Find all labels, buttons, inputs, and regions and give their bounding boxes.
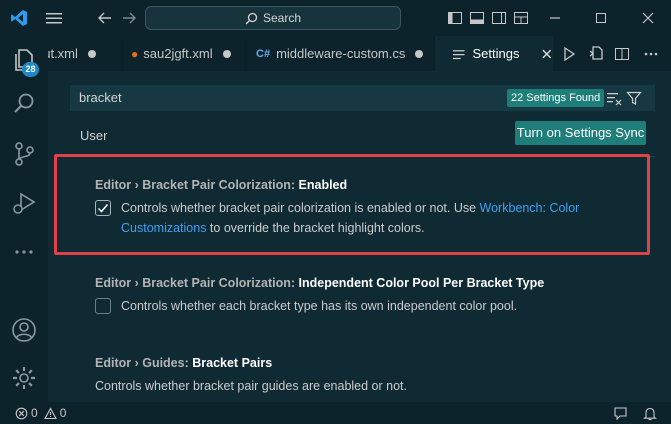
customize-layout-icon[interactable] [513,10,529,26]
setting-description: Controls whether each bracket type has i… [121,299,518,313]
close-tab-icon[interactable] [541,48,553,60]
setting-description: Controls whether bracket pair guides are… [95,379,407,393]
setting-description: Controls whether bracket pair colorizati… [121,198,615,238]
header-divider [70,156,655,157]
open-settings-json-icon[interactable] [588,45,605,62]
manage-gear-icon[interactable] [10,364,38,392]
user-scope-tab[interactable]: User [80,128,107,143]
search-icon [245,12,258,24]
setting-title: Editor › Guides: Bracket Pairs [95,356,615,370]
tab-sau2jgft-xml[interactable]: ● sau2jgft.xml [123,36,245,71]
tab-label: middleware-custom.cs [276,46,406,61]
setting-title: Editor › Bracket Pair Colorization: Enab… [95,178,615,192]
back-arrow-icon[interactable] [97,10,113,26]
warning-icon [43,406,57,419]
setting-category: Editor › Bracket Pair Colorization: [95,178,299,192]
settings-editor: bracket 22 Settings Found User Turn on S… [48,71,671,402]
description-text-end: to override the bracket highlight colors… [206,221,425,235]
toggle-primary-sidebar-icon[interactable] [447,10,463,26]
warning-count: 0 [59,406,67,420]
more-icon[interactable] [10,238,38,266]
unsaved-dot-icon [222,49,231,58]
enabled-checkbox[interactable] [95,200,111,216]
rss-file-icon: ● [131,46,139,61]
settings-found-badge: 22 Settings Found [507,89,605,107]
setting-category: Editor › Guides: [95,356,193,370]
unsaved-dot-icon [415,49,424,58]
more-actions-icon[interactable] [643,46,659,62]
setting-category: Editor › Bracket Pair Colorization: [95,276,299,290]
maximize-icon[interactable] [593,10,609,26]
tab-label: sau2jgft.xml [143,46,213,61]
description-text: Controls whether bracket pair colorizati… [121,201,480,215]
toggle-secondary-sidebar-icon[interactable] [491,10,507,26]
tab-bar: out.xml ● sau2jgft.xml C# middleware-cus… [48,36,671,71]
unsaved-dot-icon [87,49,96,58]
setting-name: Independent Color Pool Per Bracket Type [298,276,545,290]
source-control-icon[interactable] [10,140,38,168]
setting-independent-color-pool: Editor › Bracket Pair Colorization: Inde… [95,276,615,316]
title-bar: Search [0,0,671,36]
setting-guides-bracket-pairs: Editor › Guides: Bracket Pairs Controls … [95,356,615,396]
minimize-icon[interactable] [547,10,563,26]
tab-label: Settings [472,46,520,61]
csharp-file-icon: C# [256,47,271,60]
activity-bar: 28 [0,36,48,402]
accounts-icon[interactable] [10,316,38,344]
notifications-bell-icon[interactable] [643,406,657,421]
run-debug-icon[interactable] [10,189,38,217]
close-window-icon[interactable] [640,10,656,26]
settings-list-icon [452,49,465,59]
setting-name: Bracket Pairs [192,356,273,370]
search-label: Search [262,11,302,25]
setting-title: Editor › Bracket Pair Colorization: Inde… [95,276,615,290]
tab-out-xml[interactable]: out.xml [48,36,122,71]
problems-indicator[interactable]: 0 0 [15,402,66,424]
filter-icon[interactable] [626,90,642,106]
setting-bracket-colorization-enabled: Editor › Bracket Pair Colorization: Enab… [95,178,615,238]
run-icon[interactable] [561,46,577,62]
tab-settings[interactable]: Settings [435,36,553,71]
error-count: 0 [31,406,38,420]
error-icon [15,407,28,419]
toggle-panel-icon[interactable] [469,10,485,26]
tab-label: out.xml [48,46,78,61]
setting-name: Enabled [298,178,348,192]
menu-icon[interactable] [45,11,63,25]
tab-middleware-custom-cs[interactable]: C# middleware-custom.cs [246,36,434,71]
settings-sync-button[interactable]: Turn on Settings Sync [515,121,646,145]
command-center-search[interactable]: Search [145,6,401,30]
feedback-icon[interactable] [613,406,628,421]
explorer-badge: 28 [22,62,39,77]
check-icon [97,204,109,213]
independent-color-pool-checkbox[interactable] [95,298,111,314]
vscode-logo-icon [11,10,27,26]
search-icon[interactable] [10,90,38,118]
split-editor-icon[interactable] [614,46,630,62]
forward-arrow-icon[interactable] [121,10,137,26]
status-bar: 0 0 [0,402,671,424]
clear-filter-icon[interactable] [606,90,622,106]
